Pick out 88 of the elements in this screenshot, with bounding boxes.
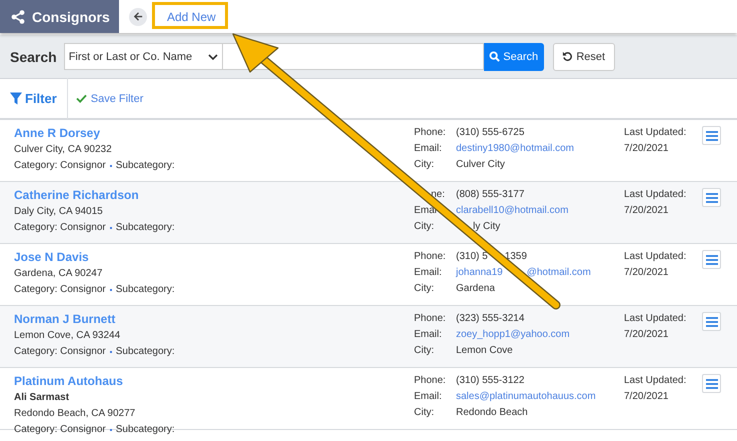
menu-icon bbox=[706, 192, 718, 202]
add-new-link[interactable]: Add New bbox=[167, 10, 216, 24]
email-label: Emai bbox=[414, 204, 437, 217]
address-text: Gardena, CA 90247 bbox=[14, 267, 104, 280]
last-updated-date: 7/20/2021 bbox=[624, 142, 670, 155]
phone-label: Phone: bbox=[414, 250, 446, 263]
menu-icon bbox=[706, 130, 718, 140]
address-text: Redondo Beach, CA 90277 bbox=[14, 407, 136, 420]
menu-button[interactable] bbox=[702, 312, 721, 331]
address-text: Lemon Cove, CA 93244 bbox=[14, 329, 122, 342]
consignor-name-link[interactable]: Platinum Autohaus bbox=[14, 374, 414, 388]
chevron-down-icon bbox=[208, 54, 218, 60]
back-button[interactable] bbox=[129, 8, 147, 26]
reset-button[interactable]: Reset bbox=[552, 42, 615, 70]
menu-icon bbox=[706, 254, 718, 264]
city-value: Culver City bbox=[456, 158, 505, 171]
reset-icon bbox=[562, 51, 574, 62]
menu-icon bbox=[706, 316, 718, 326]
phone-value: (323) 555-3214 bbox=[456, 312, 524, 325]
phone-label: Phone: bbox=[414, 374, 446, 387]
share-icon bbox=[11, 10, 25, 24]
search-button[interactable]: Search bbox=[484, 42, 544, 70]
last-updated-date: 7/20/2021 bbox=[624, 328, 670, 341]
city-label: City: bbox=[414, 406, 435, 419]
consignor-name-link[interactable]: Catherine Richardson bbox=[14, 188, 414, 202]
email-link[interactable]: johanna19 bbox=[456, 266, 503, 279]
category-text: Category: Consignor bbox=[14, 221, 106, 234]
city-label: City: bbox=[414, 220, 435, 233]
subcategory-text: Subcategory: bbox=[116, 159, 175, 172]
consignor-name-link[interactable]: Norman J Burnett bbox=[14, 312, 414, 326]
last-updated-label: Last Updated: bbox=[624, 312, 688, 325]
last-updated-date: 7/20/2021 bbox=[624, 266, 670, 279]
checkmark-icon bbox=[76, 94, 87, 103]
subcategory-text: Subcategory: bbox=[116, 345, 175, 358]
phone-value: (310) 555-6725 bbox=[456, 126, 524, 139]
email-link[interactable]: clarabell10@hotmail.com bbox=[456, 204, 568, 217]
consignor-name-link[interactable]: Anne R Dorsey bbox=[14, 126, 414, 140]
email-link[interactable]: destiny1980@hotmail.com bbox=[456, 142, 574, 155]
menu-icon bbox=[706, 378, 718, 388]
category-text: Category: Consignor bbox=[14, 283, 106, 296]
last-updated-date: 7/20/2021 bbox=[624, 390, 670, 403]
consignor-name-link[interactable]: Jose N Davis bbox=[14, 250, 414, 264]
last-updated-label: Last Updated: bbox=[624, 374, 688, 387]
email-link[interactable]: zoey_hopp1@yahoo.com bbox=[456, 328, 570, 341]
menu-button[interactable] bbox=[702, 188, 721, 207]
email-label: Email: bbox=[414, 390, 442, 403]
category-text: Category: Consignor bbox=[14, 345, 106, 358]
phone-label: Phone: bbox=[414, 126, 446, 139]
phone-label: Phone: bbox=[414, 312, 446, 325]
address-text: Daly City, CA 94015 bbox=[14, 205, 104, 218]
category-text: Category: Consignor bbox=[14, 159, 106, 172]
address-text: Culver City, CA 90232 bbox=[14, 143, 113, 156]
phone-value: (310) 5 bbox=[456, 250, 488, 263]
category-text: Category: Consignor bbox=[14, 423, 106, 436]
city-label: City: bbox=[414, 344, 435, 357]
last-updated-label: Last Updated: bbox=[624, 188, 688, 201]
back-arrow-icon bbox=[132, 11, 144, 22]
city-label: City: bbox=[414, 282, 435, 295]
search-icon bbox=[489, 51, 500, 62]
city-value: ly City bbox=[473, 220, 500, 233]
phone-value: (310) 555-3122 bbox=[456, 374, 524, 387]
last-updated-date: 7/20/2021 bbox=[624, 204, 670, 217]
email-link[interactable]: sales@platinumautohauus.com bbox=[456, 390, 596, 403]
filter-icon bbox=[10, 92, 22, 105]
email-link[interactable]: @hotmail.com bbox=[526, 266, 591, 279]
email-label: Email: bbox=[414, 266, 442, 279]
contact-name: Ali Sarmast bbox=[14, 391, 70, 404]
save-filter-button[interactable]: Save Filter bbox=[72, 92, 148, 104]
subcategory-text: Subcategory: bbox=[116, 423, 175, 436]
last-updated-label: Last Updated: bbox=[624, 250, 688, 263]
subcategory-text: Subcategory: bbox=[116, 221, 175, 234]
module-title: Consignors bbox=[32, 8, 110, 24]
phone-value: 1359 bbox=[504, 250, 527, 263]
filter-button[interactable]: Filter bbox=[0, 78, 68, 119]
subcategory-text: Subcategory: bbox=[116, 283, 175, 296]
search-label: Search bbox=[10, 48, 57, 64]
search-field-dropdown[interactable]: First or Last or Co. Name bbox=[64, 43, 223, 70]
menu-button[interactable] bbox=[702, 250, 721, 269]
city-value: Gardena bbox=[456, 282, 495, 295]
city-value: Redondo Beach bbox=[456, 406, 528, 419]
menu-button[interactable] bbox=[702, 374, 721, 393]
phone-value: (808) 555-3177 bbox=[456, 188, 524, 201]
last-updated-label: Last Updated: bbox=[624, 126, 688, 139]
menu-button[interactable] bbox=[702, 126, 721, 145]
city-value: Lemon Cove bbox=[456, 344, 513, 357]
email-label: Email: bbox=[414, 328, 442, 341]
email-label: Email: bbox=[414, 142, 442, 155]
city-label: City: bbox=[414, 158, 435, 171]
